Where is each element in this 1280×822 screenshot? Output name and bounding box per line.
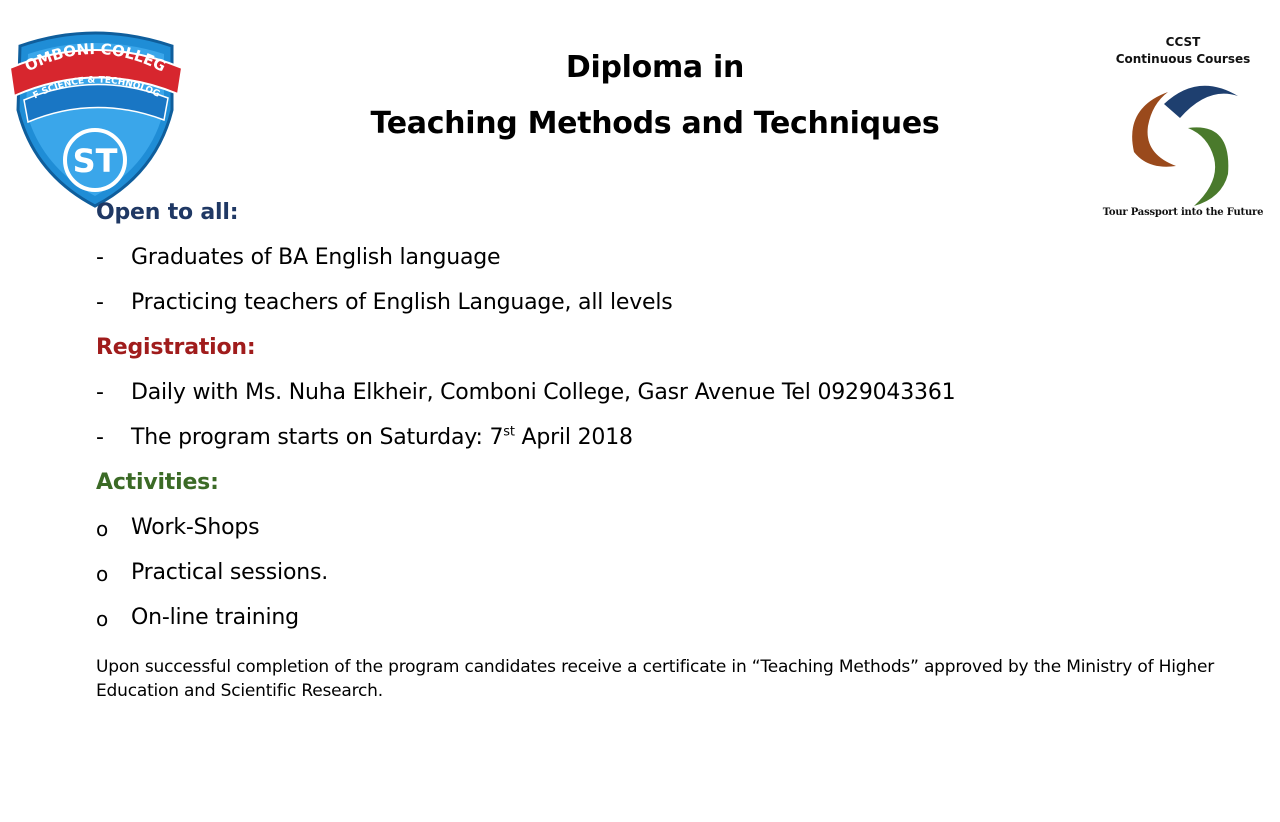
title-line-1: Diploma in (565, 50, 745, 85)
list-item-text: Practicing teachers of English Language,… (131, 290, 673, 315)
list-item-text: On-line training (131, 605, 299, 630)
list-item-text: Practical sessions. (131, 560, 329, 585)
svg-text:ST: ST (73, 142, 118, 180)
swirl-emblem-icon (1132, 85, 1238, 206)
list-item: o On-line training (96, 603, 1216, 648)
comboni-college-logo: ST COMBONI COLLEGE OF SCIENCE & TECHNOLO… (0, 10, 184, 210)
list-item-text: Daily with Ms. Nuha Elkheir, Comboni Col… (131, 380, 956, 405)
dash-marker: - (96, 290, 104, 315)
list-item: - The program starts on Saturday: 7st Ap… (96, 423, 1216, 468)
list-item: - Practicing teachers of English Languag… (96, 288, 1216, 333)
list-item-text: The program starts on Saturday: 7st Apri… (131, 424, 633, 450)
registration-heading: Registration: (96, 335, 256, 360)
list-item: - Graduates of BA English language (96, 243, 1216, 288)
title-line-2: Teaching Methods and Techniques (370, 106, 940, 141)
list-item: o Work-Shops (96, 513, 1216, 558)
date-superscript: st (503, 424, 515, 440)
list-item: o Practical sessions. (96, 558, 1216, 603)
ccst-logo-title: CCST Continuous Courses (1115, 35, 1251, 66)
open-to-all-heading: Open to all: (96, 200, 239, 225)
circle-bullet-icon: o (96, 517, 109, 541)
circle-bullet-icon: o (96, 607, 109, 631)
certificate-note: Upon successful completion of the progra… (96, 657, 1214, 701)
list-item: - Daily with Ms. Nuha Elkheir, Comboni C… (96, 378, 1216, 423)
dash-marker: - (96, 245, 104, 270)
main-content: Open to all: - Graduates of BA English l… (96, 198, 1216, 648)
dash-marker: - (96, 425, 104, 450)
activities-heading: Activities: (96, 470, 219, 495)
page-title: Diploma in Teaching Methods and Techniqu… (290, 40, 1020, 152)
list-item-text: Graduates of BA English language (131, 245, 501, 270)
dash-marker: - (96, 380, 104, 405)
shield-logo-icon: ST COMBONI COLLEGE OF SCIENCE & TECHNOLO… (0, 10, 184, 208)
circle-bullet-icon: o (96, 562, 109, 586)
list-item-text: Work-Shops (131, 515, 260, 540)
